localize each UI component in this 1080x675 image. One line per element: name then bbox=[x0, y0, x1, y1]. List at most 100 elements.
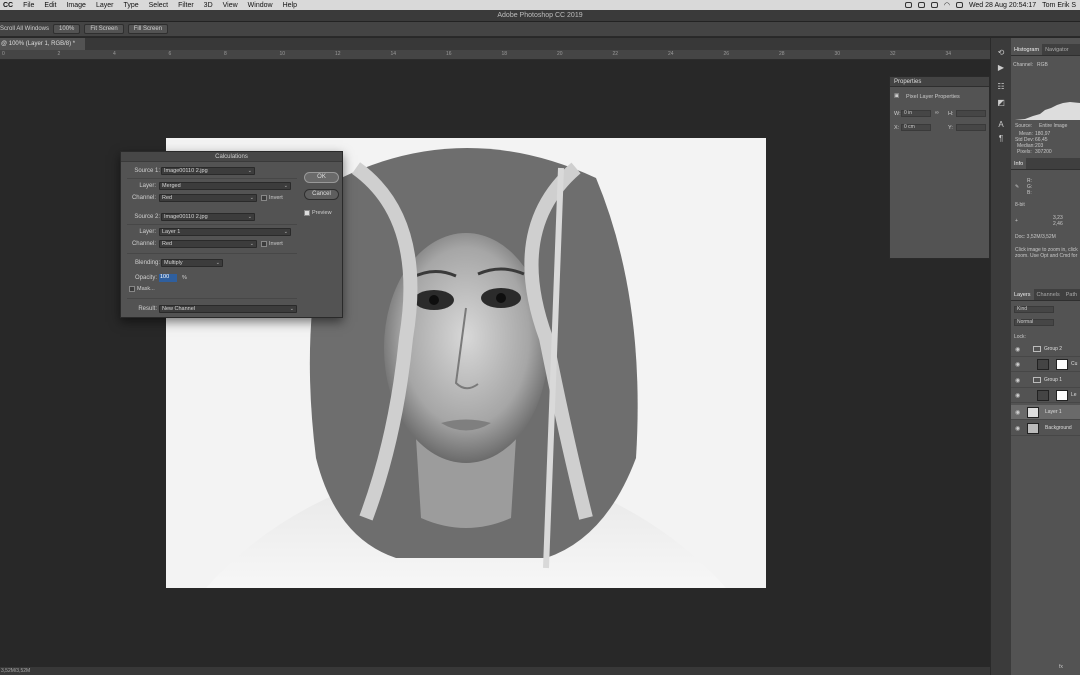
menu-file[interactable]: File bbox=[18, 2, 39, 9]
eye-icon[interactable]: ◉ bbox=[1015, 377, 1020, 384]
document-tab[interactable]: @ 100% (Layer 1, RGB/8) * bbox=[0, 38, 85, 50]
ruler-tick: 0 bbox=[2, 51, 5, 57]
layer-thumbnail bbox=[1027, 407, 1039, 418]
blend-mode-select[interactable]: Normal bbox=[1014, 319, 1054, 326]
tab-layers[interactable]: Layers bbox=[1011, 289, 1034, 300]
menu-image[interactable]: Image bbox=[61, 2, 90, 9]
eye-icon[interactable]: ◉ bbox=[1015, 392, 1020, 399]
fit-screen-button[interactable]: Fit Screen bbox=[84, 24, 124, 34]
mask-label[interactable]: Mask... bbox=[137, 286, 155, 292]
info-y: 2,46 bbox=[1053, 221, 1063, 227]
layer2-label: Layer: bbox=[139, 229, 156, 235]
layer-thumbnail bbox=[1027, 423, 1039, 434]
battery-icon[interactable] bbox=[955, 2, 963, 8]
tab-navigator[interactable]: Navigator bbox=[1042, 44, 1072, 55]
cancel-button[interactable]: Cancel bbox=[304, 189, 339, 200]
layer2-select[interactable]: Layer 1 ⌄ bbox=[159, 228, 291, 236]
tab-info[interactable]: Info bbox=[1011, 158, 1027, 169]
eye-icon[interactable]: ◉ bbox=[1015, 361, 1020, 368]
character-icon[interactable]: A bbox=[996, 120, 1006, 130]
layer-row-group-2[interactable]: ◉ Group 2 bbox=[1011, 342, 1080, 357]
menu-type[interactable]: Type bbox=[118, 2, 143, 9]
tab-channels[interactable]: Channels bbox=[1034, 289, 1063, 300]
status-icon[interactable] bbox=[904, 2, 912, 8]
app-menu[interactable]: CC bbox=[0, 2, 18, 9]
mask-checkbox[interactable] bbox=[129, 286, 135, 292]
histogram-channel-select[interactable]: RGB bbox=[1037, 62, 1048, 68]
info-b: B: bbox=[1027, 190, 1032, 196]
panel-icon-strip: ⟲ ▶ ☷ ◩ A ¶ bbox=[990, 38, 1011, 675]
result-select[interactable]: New Channel ⌄ bbox=[159, 305, 297, 313]
menu-layer[interactable]: Layer bbox=[91, 2, 119, 9]
eye-icon[interactable]: ◉ bbox=[1015, 425, 1020, 432]
source1-select[interactable]: Image00110 2.jpg ⌄ bbox=[161, 167, 255, 175]
menu-select[interactable]: Select bbox=[144, 2, 173, 9]
ruler-tick: 2 bbox=[57, 51, 61, 57]
channel2-value: Red bbox=[162, 241, 173, 247]
menu-view[interactable]: View bbox=[218, 2, 243, 9]
layer-name: Group 2 bbox=[1044, 346, 1063, 352]
layer-row-background[interactable]: ◉ Background bbox=[1011, 421, 1080, 436]
channel1-value: Red bbox=[162, 195, 173, 201]
adjustments-icon[interactable]: ◩ bbox=[996, 98, 1006, 108]
menu-help[interactable]: Help bbox=[278, 2, 302, 9]
properties-title[interactable]: Properties bbox=[890, 77, 989, 87]
blending-select[interactable]: Multiply ⌄ bbox=[161, 259, 223, 267]
layer-name: Group 1 bbox=[1044, 377, 1063, 383]
link-icon[interactable]: ∞ bbox=[935, 110, 939, 116]
x-field[interactable]: 0 cm bbox=[901, 124, 931, 131]
menu-3d[interactable]: 3D bbox=[199, 2, 218, 9]
layer1-value: Merged bbox=[162, 183, 181, 189]
paragraph-icon[interactable]: ¶ bbox=[996, 134, 1006, 144]
channel2-select[interactable]: Red ⌄ bbox=[159, 240, 257, 248]
mac-menubar: CC File Edit Image Layer Type Select Fil… bbox=[0, 0, 1080, 10]
user-name[interactable]: Tom Erik S bbox=[1042, 2, 1076, 9]
source2-select[interactable]: Image00110 2.jpg ⌄ bbox=[161, 213, 255, 221]
menu-edit[interactable]: Edit bbox=[39, 2, 61, 9]
properties-icon[interactable]: ☷ bbox=[996, 82, 1006, 92]
ruler-tick: 6 bbox=[168, 51, 172, 57]
history-icon[interactable]: ⟲ bbox=[996, 48, 1006, 58]
eye-icon[interactable]: ◉ bbox=[1015, 409, 1020, 416]
menu-window[interactable]: Window bbox=[243, 2, 278, 9]
channel1-select[interactable]: Red ⌄ bbox=[159, 194, 257, 202]
source1-label: Source 1: bbox=[134, 168, 160, 174]
lock-label: Lock: bbox=[1014, 334, 1026, 340]
status-icon[interactable] bbox=[917, 2, 925, 8]
divider bbox=[127, 224, 297, 225]
tab-paths[interactable]: Path bbox=[1063, 289, 1080, 300]
layer1-select[interactable]: Merged ⌄ bbox=[159, 182, 291, 190]
layer2-value: Layer 1 bbox=[162, 229, 181, 235]
wifi-icon[interactable]: ◠ bbox=[944, 1, 950, 9]
scroll-all-windows-checkbox[interactable]: Scroll All Windows bbox=[0, 26, 49, 32]
eye-icon[interactable]: ◉ bbox=[1015, 346, 1020, 353]
histogram-source-select[interactable]: Entire Image bbox=[1039, 123, 1067, 129]
zoom-100-button[interactable]: 100% bbox=[53, 24, 81, 34]
opacity-input[interactable]: 100 bbox=[159, 274, 177, 282]
layer-row-curves[interactable]: ◉ Cu bbox=[1011, 357, 1080, 372]
invert1-label: Invert bbox=[269, 195, 283, 201]
layer-filter-kind[interactable]: Kind bbox=[1014, 306, 1054, 313]
height-field[interactable] bbox=[956, 110, 986, 117]
ok-button[interactable]: OK bbox=[304, 172, 339, 183]
fill-screen-button[interactable]: Fill Screen bbox=[127, 24, 169, 34]
y-field[interactable] bbox=[956, 124, 986, 131]
width-field[interactable]: 0 in bbox=[901, 110, 931, 117]
y-label: Y: bbox=[948, 125, 953, 131]
invert1-checkbox[interactable] bbox=[261, 195, 267, 201]
tab-histogram[interactable]: Histogram bbox=[1011, 44, 1043, 55]
layer-row-layer-1[interactable]: ◉ Layer 1 bbox=[1011, 405, 1080, 420]
preview-checkbox[interactable] bbox=[304, 210, 310, 216]
info-tabs: Info bbox=[1011, 158, 1080, 170]
layer-row-group-1[interactable]: ◉ Group 1 bbox=[1011, 373, 1080, 388]
actions-play-icon[interactable]: ▶ bbox=[996, 63, 1006, 73]
chevron-down-icon: ⌄ bbox=[249, 241, 254, 247]
menu-filter[interactable]: Filter bbox=[173, 2, 199, 9]
layer-row-levels[interactable]: ◉ Le bbox=[1011, 388, 1080, 403]
ruler-tick: 12 bbox=[335, 51, 341, 57]
status-icon[interactable] bbox=[930, 2, 938, 8]
fx-button[interactable]: fx bbox=[1059, 664, 1063, 670]
status-bar: 3,52M/3,52M bbox=[0, 667, 990, 675]
invert2-checkbox[interactable] bbox=[261, 241, 267, 247]
clock-text[interactable]: Wed 28 Aug 20:54:17 bbox=[969, 2, 1036, 9]
